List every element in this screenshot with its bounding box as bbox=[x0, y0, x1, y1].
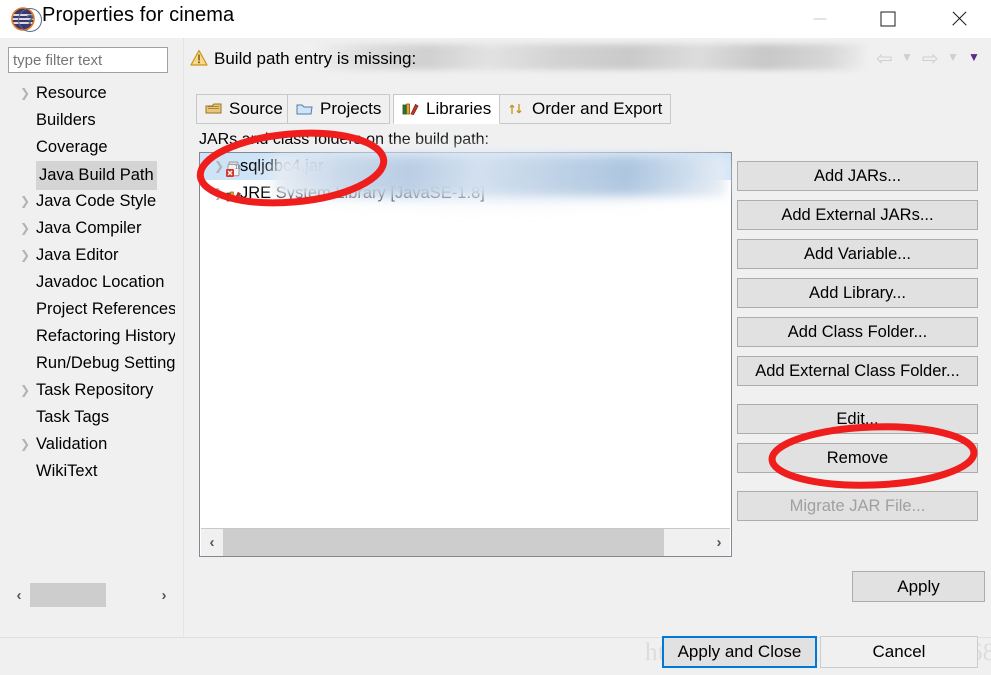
sidebar-item-java-code-style[interactable]: ❯ Java Code Style bbox=[8, 188, 175, 215]
chevron-right-icon[interactable]: ❯ bbox=[20, 431, 30, 458]
cancel-button[interactable]: Cancel bbox=[820, 636, 978, 668]
sidebar-item-label: Coverage bbox=[36, 138, 108, 156]
tab-projects-label: Projects bbox=[320, 99, 382, 118]
sidebar-scroll-track[interactable] bbox=[30, 583, 153, 607]
tab-order-and-export[interactable]: Order and Export bbox=[499, 94, 672, 124]
add-variable-button[interactable]: Add Variable... bbox=[737, 239, 978, 269]
sidebar-item-label: Refactoring History bbox=[36, 327, 175, 345]
close-icon bbox=[950, 10, 968, 28]
sidebar-item-label: Javadoc Location bbox=[36, 273, 165, 291]
chevron-right-icon[interactable]: ❯ bbox=[20, 377, 30, 404]
apply-button[interactable]: Apply bbox=[852, 571, 985, 602]
sidebar-item-label: WikiText bbox=[36, 462, 98, 480]
list-scroll-right-arrow[interactable]: › bbox=[708, 535, 730, 550]
maximize-icon bbox=[880, 11, 895, 27]
tab-libraries[interactable]: Libraries bbox=[393, 94, 501, 124]
tab-libraries-label: Libraries bbox=[426, 99, 492, 118]
chevron-right-icon[interactable]: ❯ bbox=[214, 180, 224, 207]
tab-strip: Source Projects Libraries Order and Expo… bbox=[196, 94, 985, 124]
maximize-button[interactable] bbox=[865, 0, 910, 38]
sidebar-item-label: Builders bbox=[36, 111, 96, 129]
sidebar-item-label: Java Editor bbox=[36, 246, 119, 264]
sidebar-item-validation[interactable]: ❯ Validation bbox=[8, 431, 175, 458]
migrate-jar-file-button: Migrate JAR File... bbox=[737, 491, 978, 521]
add-library-button[interactable]: Add Library... bbox=[737, 278, 978, 308]
tab-projects[interactable]: Projects bbox=[287, 94, 391, 124]
warning-triangle-icon bbox=[190, 49, 208, 67]
list-scroll-thumb[interactable] bbox=[223, 529, 665, 556]
sidebar-scroll-right-arrow[interactable]: › bbox=[153, 588, 175, 603]
add-external-jars-button[interactable]: Add External JARs... bbox=[737, 200, 978, 230]
minimize-icon bbox=[813, 18, 826, 20]
sidebar-item-resource[interactable]: ❯ Resource bbox=[8, 80, 175, 107]
filter-input[interactable] bbox=[8, 47, 168, 73]
window-title-bar: Properties for cinema bbox=[0, 0, 991, 38]
apply-and-close-button[interactable]: Apply and Close bbox=[662, 636, 817, 668]
sidebar-item-label: Validation bbox=[36, 435, 108, 453]
back-arrow-icon[interactable]: ⇦ bbox=[876, 46, 893, 71]
sidebar-item-label: Resource bbox=[36, 84, 107, 102]
project-folder-icon bbox=[296, 101, 314, 117]
list-scroll-left-arrow[interactable]: ‹ bbox=[201, 535, 223, 550]
sidebar-item-label: Run/Debug Settings bbox=[36, 354, 175, 372]
list-horizontal-scrollbar[interactable]: ‹ › bbox=[201, 528, 730, 556]
jre-library-icon bbox=[226, 186, 241, 203]
add-jars-button[interactable]: Add JARs... bbox=[737, 161, 978, 191]
sidebar-item-project-references[interactable]: Project References bbox=[8, 296, 175, 323]
sidebar-item-label: Project References bbox=[36, 300, 175, 318]
forward-dropdown-icon[interactable]: ▼ bbox=[947, 50, 959, 64]
chevron-right-icon[interactable]: ❯ bbox=[20, 242, 30, 269]
warning-message: Build path entry is missing: bbox=[214, 49, 417, 68]
order-export-arrows-icon bbox=[508, 101, 526, 117]
sidebar-horizontal-scrollbar[interactable]: ‹ › bbox=[8, 583, 175, 607]
sidebar-item-java-editor[interactable]: ❯ Java Editor bbox=[8, 242, 175, 269]
sidebar-item-java-build-path[interactable]: Java Build Path bbox=[8, 161, 175, 190]
sidebar-item-javadoc-location[interactable]: Javadoc Location bbox=[8, 269, 175, 296]
help-icon[interactable]: ? bbox=[18, 8, 42, 32]
chevron-right-icon[interactable]: ❯ bbox=[20, 188, 30, 215]
sidebar-item-label: Task Tags bbox=[36, 408, 110, 426]
edit-button[interactable]: Edit... bbox=[737, 404, 978, 434]
sidebar-item-wikitext[interactable]: WikiText bbox=[8, 458, 175, 485]
settings-tree[interactable]: ❯ Resource Builders Coverage Java Build Path… bbox=[8, 80, 175, 570]
chevron-right-icon[interactable]: ❯ bbox=[214, 153, 224, 180]
redacted-list-blur bbox=[275, 156, 725, 196]
tab-order-and-export-label: Order and Export bbox=[532, 99, 663, 118]
sidebar-scroll-thumb[interactable] bbox=[30, 583, 107, 607]
tab-source[interactable]: Source bbox=[196, 94, 292, 124]
sidebar-item-task-tags[interactable]: Task Tags bbox=[8, 404, 175, 431]
sidebar-item-label: Java Build Path bbox=[36, 161, 157, 190]
chevron-right-icon[interactable]: ❯ bbox=[20, 215, 30, 242]
remove-button[interactable]: Remove bbox=[737, 443, 978, 473]
sidebar-item-builders[interactable]: Builders bbox=[8, 107, 175, 134]
add-external-class-folder-button[interactable]: Add External Class Folder... bbox=[737, 356, 978, 386]
libraries-list[interactable]: ❯10sqljdbc4.jar❯JRE System Library [Java… bbox=[199, 152, 732, 557]
window-title: Properties for cinema bbox=[42, 4, 235, 26]
sidebar-item-refactoring-history[interactable]: Refactoring History bbox=[8, 323, 175, 350]
close-button[interactable] bbox=[936, 0, 981, 38]
jar-error-icon: 10 bbox=[226, 159, 241, 177]
source-folder-icon bbox=[205, 101, 223, 117]
sidebar-scroll-left-arrow[interactable]: ‹ bbox=[8, 588, 30, 603]
sidebar-item-label: Java Code Style bbox=[36, 192, 157, 210]
view-menu-dropdown-icon[interactable]: ▼ bbox=[968, 50, 980, 64]
sidebar-item-coverage[interactable]: Coverage bbox=[8, 134, 175, 161]
sidebar-item-label: Java Compiler bbox=[36, 219, 142, 237]
sidebar-item-task-repository[interactable]: ❯ Task Repository bbox=[8, 377, 175, 404]
libraries-books-icon bbox=[402, 101, 420, 117]
add-class-folder-button[interactable]: Add Class Folder... bbox=[737, 317, 978, 347]
tab-source-label: Source bbox=[229, 99, 283, 118]
forward-arrow-icon[interactable]: ⇨ bbox=[922, 46, 939, 71]
pane-divider bbox=[183, 38, 184, 637]
list-scroll-track[interactable] bbox=[223, 529, 708, 556]
sidebar-item-label: Task Repository bbox=[36, 381, 154, 399]
minimize-button[interactable] bbox=[797, 0, 842, 38]
sidebar-item-run-debug-settings[interactable]: Run/Debug Settings bbox=[8, 350, 175, 377]
back-dropdown-icon[interactable]: ▼ bbox=[901, 50, 913, 64]
sidebar-item-java-compiler[interactable]: ❯ Java Compiler bbox=[8, 215, 175, 242]
chevron-right-icon[interactable]: ❯ bbox=[20, 80, 30, 107]
warning-bar: Build path entry is missing: bbox=[190, 44, 985, 74]
svg-text:10: 10 bbox=[235, 165, 241, 171]
